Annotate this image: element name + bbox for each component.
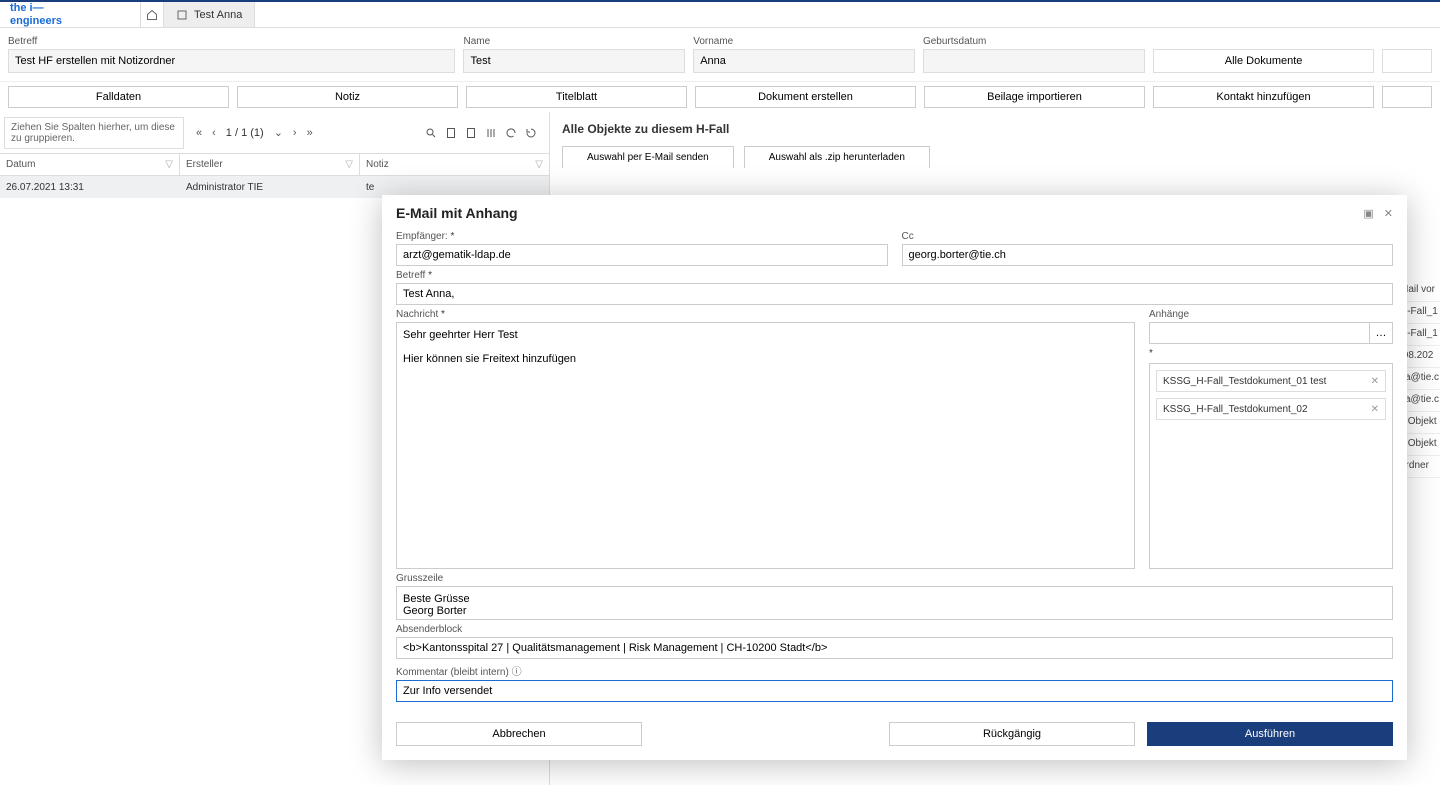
undo-icon[interactable] — [505, 127, 517, 139]
name-label: Name — [463, 36, 685, 47]
attachment-list: KSSG_H-Fall_Testdokument_01 test ✕ KSSG_… — [1149, 363, 1393, 569]
comment-label: Kommentar (bleibt intern) ⓘ — [396, 663, 1393, 678]
modal-title: E-Mail mit Anhang — [396, 205, 518, 221]
geburt-label: Geburtsdatum — [923, 36, 1145, 47]
header-fields: Betreff Name Vorname Geburtsdatum Alle D… — [0, 28, 1440, 82]
filter-icon[interactable]: ▽ — [165, 159, 173, 170]
top-bar: the i—engineers Test Anna — [0, 0, 1440, 28]
right-actions: Auswahl per E-Mail senden Auswahl als .z… — [550, 146, 1440, 168]
cell-notiz: te — [360, 182, 549, 193]
message-label: Nachricht * — [396, 309, 1135, 320]
col-datum[interactable]: Datum ▽ — [0, 154, 180, 175]
geburt-input[interactable] — [923, 49, 1145, 73]
cc-input[interactable] — [902, 244, 1394, 266]
all-documents-button[interactable]: Alle Dokumente — [1153, 49, 1375, 73]
sender-label: Absenderblock — [396, 624, 1393, 635]
attachment-browse-button[interactable]: … — [1369, 322, 1393, 344]
modal-footer: Abbrechen Rückgängig Ausführen — [382, 712, 1407, 760]
falldaten-button[interactable]: Falldaten — [8, 86, 229, 108]
cell-datum: 26.07.2021 13:31 — [0, 182, 180, 193]
vorname-input[interactable] — [693, 49, 915, 73]
cell-ersteller: Administrator TIE — [180, 182, 360, 193]
greeting-textarea[interactable] — [396, 586, 1393, 620]
subject-label: Betreff * — [396, 270, 1393, 281]
attachment-item: KSSG_H-Fall_Testdokument_02 ✕ — [1156, 398, 1386, 420]
logo: the i—engineers — [0, 2, 140, 27]
filter-icon[interactable]: ▽ — [535, 159, 543, 170]
search-icon[interactable] — [425, 127, 437, 139]
nav-block: « ‹ 1 / 1 (1) ⌄ › » — [188, 126, 321, 139]
beilage-button[interactable]: Beilage importieren — [924, 86, 1145, 108]
case-icon — [176, 9, 188, 21]
recipient-label: Empfänger: * — [396, 231, 888, 242]
attachments-label: Anhänge — [1149, 309, 1393, 320]
notiz-button[interactable]: Notiz — [237, 86, 458, 108]
subject-input[interactable] — [396, 283, 1393, 305]
action-row: Falldaten Notiz Titelblatt Dokument erst… — [0, 82, 1440, 112]
info-icon[interactable]: ⓘ — [512, 667, 522, 678]
maximize-icon[interactable]: ▣ — [1363, 207, 1373, 220]
next-page-icon[interactable]: › — [293, 127, 297, 139]
modal-body: Empfänger: * Cc Betreff * Nachricht * An… — [382, 231, 1407, 712]
email-modal: E-Mail mit Anhang ▣ ✕ Empfänger: * Cc Be… — [382, 195, 1407, 760]
message-textarea[interactable] — [396, 322, 1135, 569]
extra-button[interactable] — [1382, 49, 1432, 73]
vorname-label: Vorname — [693, 36, 915, 47]
columns-icon[interactable] — [485, 127, 497, 139]
sender-input[interactable] — [396, 637, 1393, 659]
download-zip-button[interactable]: Auswahl als .zip herunterladen — [744, 146, 930, 168]
col-ersteller[interactable]: Ersteller ▽ — [180, 154, 360, 175]
dokument-button[interactable]: Dokument erstellen — [695, 86, 916, 108]
attachment-item: KSSG_H-Fall_Testdokument_01 test ✕ — [1156, 370, 1386, 392]
remove-attachment-icon[interactable]: ✕ — [1371, 376, 1379, 387]
first-page-icon[interactable]: « — [196, 127, 202, 139]
refresh-icon[interactable] — [525, 127, 537, 139]
kontakt-button[interactable]: Kontakt hinzufügen — [1153, 86, 1374, 108]
execute-button[interactable]: Ausführen — [1147, 722, 1393, 746]
tool-block — [421, 127, 549, 139]
more-button[interactable] — [1382, 86, 1432, 108]
prev-page-icon[interactable]: ‹ — [212, 127, 216, 139]
modal-header: E-Mail mit Anhang ▣ ✕ — [382, 195, 1407, 231]
last-page-icon[interactable]: » — [307, 127, 313, 139]
filter-icon[interactable]: ▽ — [345, 159, 353, 170]
case-tab[interactable]: Test Anna — [164, 2, 255, 27]
attachment-picker-input[interactable] — [1149, 322, 1369, 344]
home-tab[interactable] — [140, 2, 164, 27]
betreff-label: Betreff — [8, 36, 455, 47]
home-icon — [146, 9, 158, 21]
send-mail-button[interactable]: Auswahl per E-Mail senden — [562, 146, 734, 168]
comment-input[interactable] — [396, 680, 1393, 702]
case-tab-label: Test Anna — [194, 9, 242, 21]
betreff-input[interactable] — [8, 49, 455, 73]
export2-icon[interactable] — [465, 127, 477, 139]
name-input[interactable] — [463, 49, 685, 73]
group-hint[interactable]: Ziehen Sie Spalten hierher, um diese zu … — [4, 117, 184, 149]
cancel-button[interactable]: Abbrechen — [396, 722, 642, 746]
page-dropdown-icon[interactable]: ⌄ — [274, 126, 283, 139]
export-icon[interactable] — [445, 127, 457, 139]
page-indicator: 1 / 1 (1) — [226, 127, 264, 139]
close-icon[interactable]: ✕ — [1384, 207, 1393, 220]
left-toolbar: Ziehen Sie Spalten hierher, um diese zu … — [0, 112, 549, 154]
right-title: Alle Objekte zu diesem H-Fall — [550, 112, 1440, 146]
greeting-label: Grusszeile — [396, 573, 1393, 584]
undo-button[interactable]: Rückgängig — [889, 722, 1135, 746]
cc-label: Cc — [902, 231, 1394, 242]
col-notiz[interactable]: Notiz ▽ — [360, 154, 549, 175]
grid-header: Datum ▽ Ersteller ▽ Notiz ▽ — [0, 154, 549, 176]
titelblatt-button[interactable]: Titelblatt — [466, 86, 687, 108]
recipient-input[interactable] — [396, 244, 888, 266]
remove-attachment-icon[interactable]: ✕ — [1371, 404, 1379, 415]
